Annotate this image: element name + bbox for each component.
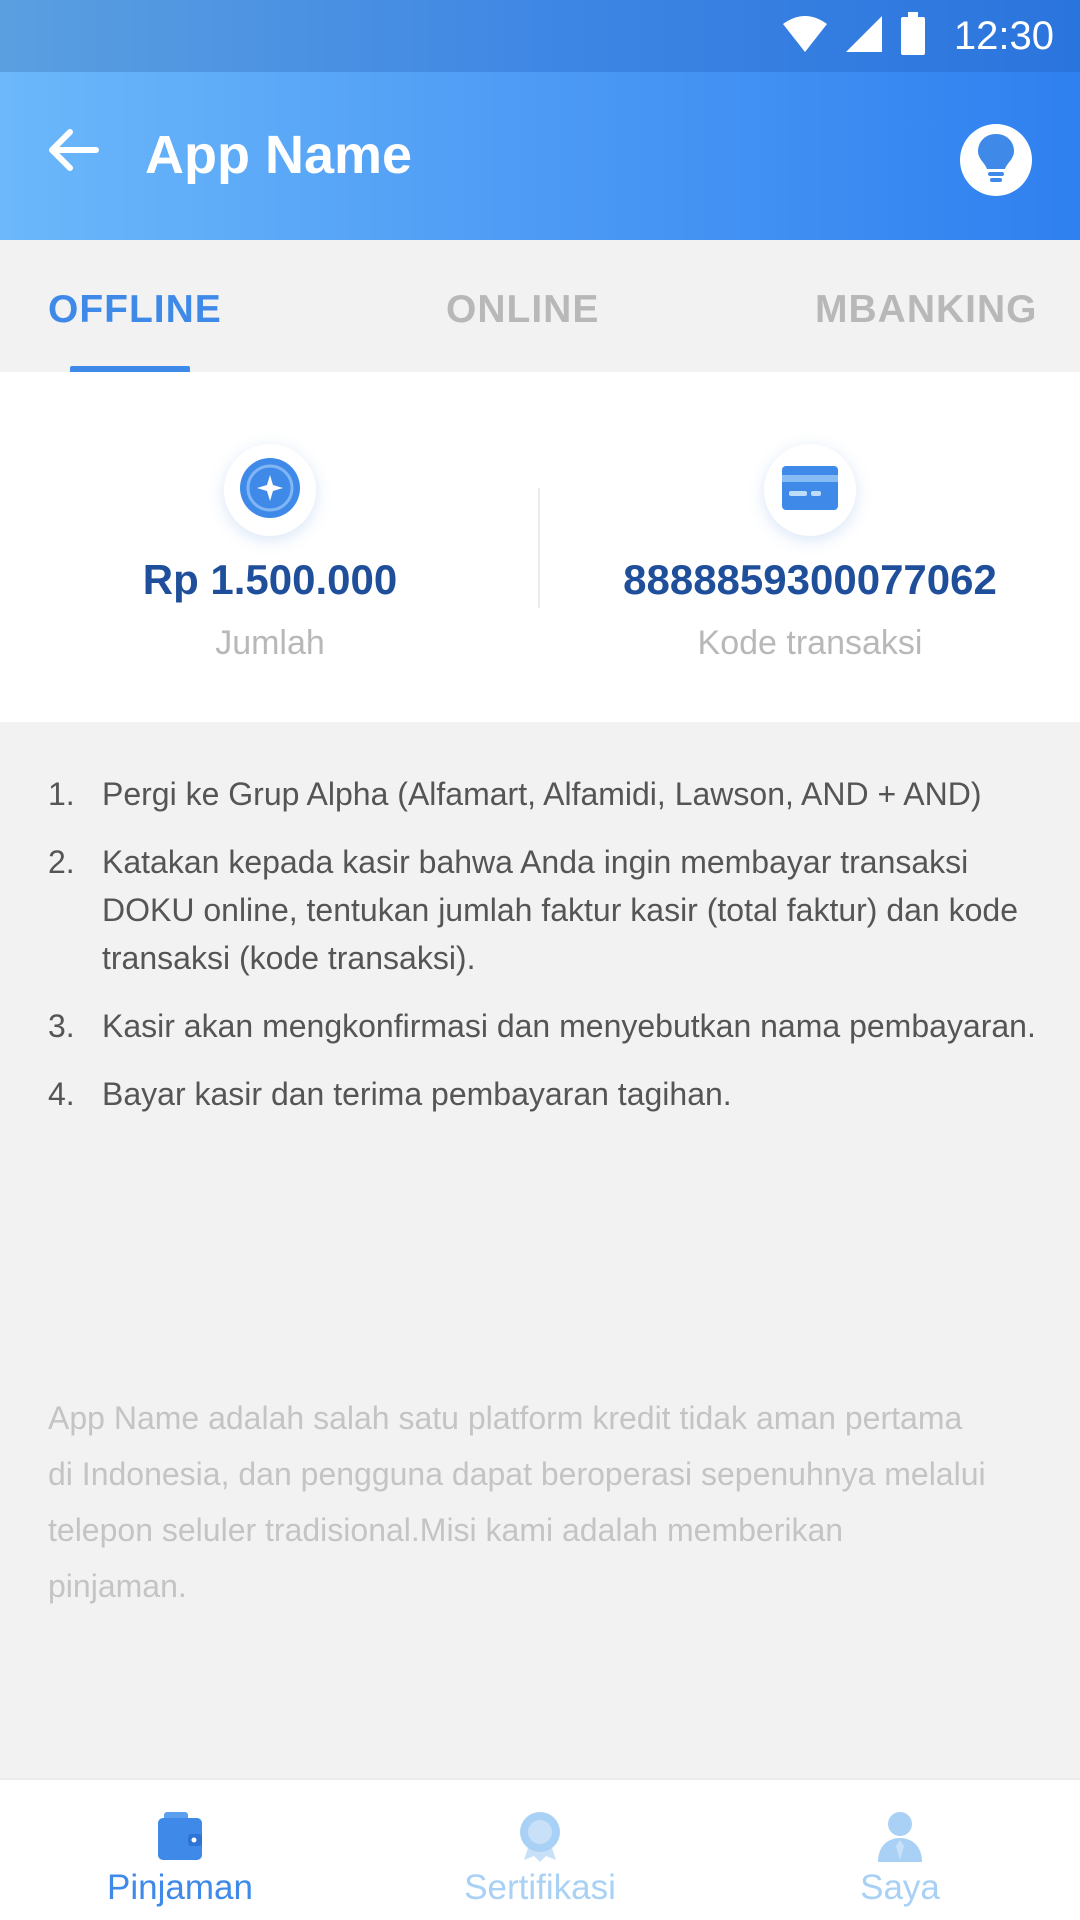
list-item: 2. Katakan kepada kasir bahwa Anda ingin… <box>48 838 1038 982</box>
page-title: App Name <box>145 125 413 185</box>
coin-icon-wrapper <box>224 444 316 536</box>
lightbulb-icon <box>976 132 1016 189</box>
wifi-icon <box>782 14 828 59</box>
status-time: 12:30 <box>953 13 1054 58</box>
list-item: 3. Kasir akan mengkonfirmasi dan menyebu… <box>48 1002 1038 1050</box>
bottom-nav: Pinjaman Sertifikasi Saya <box>0 1778 1080 1920</box>
card-icon-wrapper <box>764 444 856 536</box>
about-text: App Name adalah salah satu platform kred… <box>48 1400 986 1604</box>
transaction-code-value[interactable]: 8888859300077062 <box>540 556 1080 604</box>
tab-online[interactable]: ONLINE <box>446 288 599 332</box>
amount-value: Rp 1.500.000 <box>142 556 398 603</box>
nav-item-sertifikasi[interactable]: Sertifikasi <box>360 1780 720 1920</box>
tab-bar: OFFLINE ONLINE MBANKING <box>0 240 1080 374</box>
step-number: 2. <box>48 844 75 880</box>
nav-label: Saya <box>860 1868 940 1907</box>
status-icons: 12:30 <box>782 11 1054 61</box>
step-number: 4. <box>48 1076 75 1112</box>
status-bar: 12:30 <box>0 0 1080 72</box>
step-number: 1. <box>48 776 75 812</box>
back-button[interactable] <box>44 122 104 182</box>
card-icon <box>781 465 839 516</box>
list-item: 1. Pergi ke Grup Alpha (Alfamart, Alfami… <box>48 770 1038 818</box>
amount-label: Jumlah <box>215 624 325 662</box>
nav-item-saya[interactable]: Saya <box>720 1780 1080 1920</box>
help-button[interactable] <box>960 124 1032 196</box>
wallet-icon <box>154 1810 206 1862</box>
nav-label: Sertifikasi <box>464 1868 616 1907</box>
tab-offline[interactable]: OFFLINE <box>48 288 222 332</box>
battery-icon <box>900 11 926 61</box>
list-item: 4. Bayar kasir dan terima pembayaran tag… <box>48 1070 1038 1118</box>
step-text: Katakan kepada kasir bahwa Anda ingin me… <box>102 844 1018 976</box>
instruction-steps: 1. Pergi ke Grup Alpha (Alfamart, Alfami… <box>48 770 1038 1138</box>
transaction-code-section: 8888859300077062 Kode transaksi <box>540 372 1080 722</box>
arrow-left-icon <box>48 128 100 177</box>
step-number: 3. <box>48 1008 75 1044</box>
medal-icon <box>514 1810 566 1862</box>
transaction-info-card: Rp 1.500.000 Jumlah 8888859300077062 Kod… <box>0 372 1080 722</box>
step-text: Bayar kasir dan terima pembayaran tagiha… <box>102 1076 732 1112</box>
coin-icon <box>239 457 301 524</box>
amount-section: Rp 1.500.000 Jumlah <box>0 372 540 722</box>
user-icon <box>874 1810 926 1862</box>
nav-item-pinjaman[interactable]: Pinjaman <box>0 1780 360 1920</box>
transaction-code-label: Kode transaksi <box>697 624 923 662</box>
step-text: Pergi ke Grup Alpha (Alfamart, Alfamidi,… <box>102 776 982 812</box>
signal-icon <box>844 14 884 59</box>
step-text: Kasir akan mengkonfirmasi dan menyebutka… <box>102 1008 1036 1044</box>
nav-label: Pinjaman <box>107 1868 253 1907</box>
app-bar: App Name <box>0 72 1080 240</box>
tab-mbanking[interactable]: MBANKING <box>815 288 1037 332</box>
